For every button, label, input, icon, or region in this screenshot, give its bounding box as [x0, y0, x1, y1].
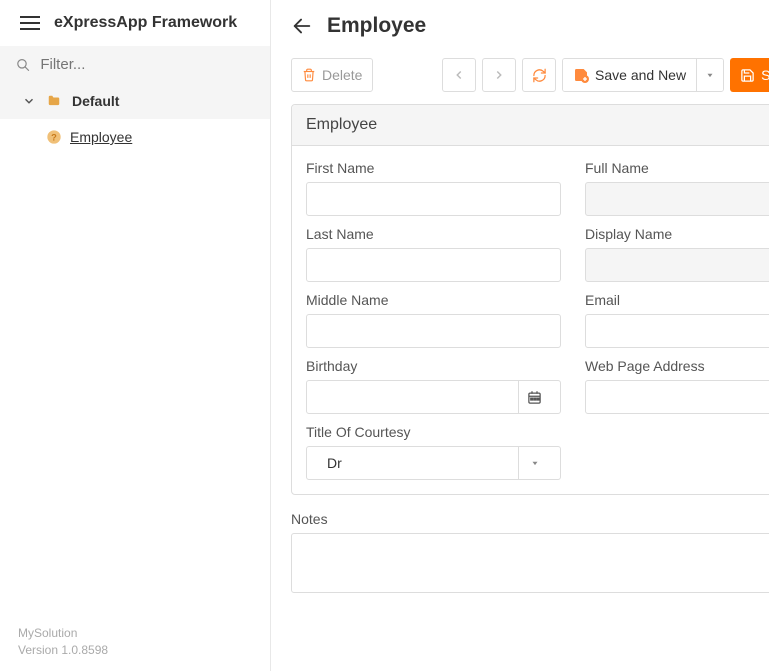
field-last-name: Last Name	[306, 226, 561, 282]
panel-header: Employee	[292, 105, 769, 146]
label-middle-name: Middle Name	[306, 292, 561, 308]
input-email[interactable]	[585, 314, 769, 348]
input-web[interactable]	[585, 380, 769, 414]
chevron-down-icon	[22, 94, 36, 108]
tree-group-label: Default	[72, 93, 119, 109]
filter-box	[0, 46, 270, 83]
label-email: Email	[585, 292, 769, 308]
back-arrow-icon[interactable]	[291, 15, 313, 37]
select-title[interactable]: Dr	[306, 446, 561, 480]
chevron-left-icon	[452, 68, 466, 82]
main-area: Employee Delete Save and New	[271, 0, 769, 671]
field-title-of-courtesy: Title Of Courtesy Dr	[306, 424, 561, 480]
field-notes: Notes	[291, 511, 769, 596]
sidebar-header: eXpressApp Framework	[0, 0, 270, 46]
save-new-icon	[573, 67, 589, 83]
caret-down-icon	[530, 458, 540, 468]
field-display-name: Display Name	[585, 226, 769, 282]
input-first-name[interactable]	[306, 182, 561, 216]
nav-tree: Default ? Employee	[0, 83, 270, 155]
next-button[interactable]	[482, 58, 516, 92]
field-web: Web Page Address	[585, 358, 769, 414]
menu-icon[interactable]	[20, 16, 40, 30]
label-full-name: Full Name	[585, 160, 769, 176]
field-email: Email	[585, 292, 769, 348]
calendar-icon	[527, 390, 542, 405]
caret-down-icon	[705, 70, 715, 80]
panel-body: First Name Full Name Last Name Display N…	[292, 146, 769, 494]
save-icon	[740, 68, 755, 83]
label-web: Web Page Address	[585, 358, 769, 374]
field-middle-name: Middle Name	[306, 292, 561, 348]
field-birthday: Birthday	[306, 358, 561, 414]
input-last-name[interactable]	[306, 248, 561, 282]
field-full-name: Full Name	[585, 160, 769, 216]
main-header: Employee	[271, 0, 769, 52]
save-and-new-caret[interactable]	[696, 59, 723, 91]
toolbar: Delete Save and New	[271, 52, 769, 104]
question-icon: ?	[46, 129, 62, 145]
search-icon	[16, 57, 30, 73]
content: Employee First Name Full Name Last Name	[271, 104, 769, 616]
tree-group-default[interactable]: Default	[0, 83, 270, 119]
sidebar: eXpressApp Framework Default ? Employee …	[0, 0, 271, 671]
input-birthday[interactable]	[317, 381, 518, 413]
save-and-new-label: Save and New	[595, 67, 686, 83]
refresh-icon	[532, 68, 547, 83]
sidebar-footer: MySolution Version 1.0.8598	[0, 613, 270, 671]
employee-panel: Employee First Name Full Name Last Name	[291, 104, 769, 495]
label-display-name: Display Name	[585, 226, 769, 242]
delete-button[interactable]: Delete	[291, 58, 373, 92]
footer-version: Version 1.0.8598	[18, 642, 252, 659]
label-last-name: Last Name	[306, 226, 561, 242]
app-title: eXpressApp Framework	[54, 14, 237, 32]
field-first-name: First Name	[306, 160, 561, 216]
save-button[interactable]: Save	[730, 58, 769, 92]
delete-label: Delete	[322, 67, 362, 83]
select-title-value: Dr	[317, 455, 352, 471]
label-first-name: First Name	[306, 160, 561, 176]
page-title: Employee	[327, 14, 769, 38]
input-full-name	[585, 182, 769, 216]
filter-input[interactable]	[40, 56, 254, 73]
input-birthday-wrapper	[306, 380, 561, 414]
chevron-right-icon	[492, 68, 506, 82]
prev-button[interactable]	[442, 58, 476, 92]
label-birthday: Birthday	[306, 358, 561, 374]
select-title-caret	[518, 447, 550, 479]
footer-solution: MySolution	[18, 625, 252, 642]
save-label: Save	[761, 67, 769, 83]
input-notes[interactable]	[291, 533, 769, 593]
trash-icon	[302, 68, 316, 82]
input-middle-name[interactable]	[306, 314, 561, 348]
label-title: Title Of Courtesy	[306, 424, 561, 440]
tree-item-employee[interactable]: ? Employee	[0, 119, 270, 155]
input-display-name	[585, 248, 769, 282]
save-and-new-button[interactable]: Save and New	[562, 58, 724, 92]
folder-icon	[46, 94, 62, 108]
svg-text:?: ?	[51, 132, 57, 142]
refresh-button[interactable]	[522, 58, 556, 92]
calendar-button[interactable]	[518, 381, 550, 413]
tree-item-label: Employee	[70, 129, 132, 145]
label-notes: Notes	[291, 511, 769, 527]
